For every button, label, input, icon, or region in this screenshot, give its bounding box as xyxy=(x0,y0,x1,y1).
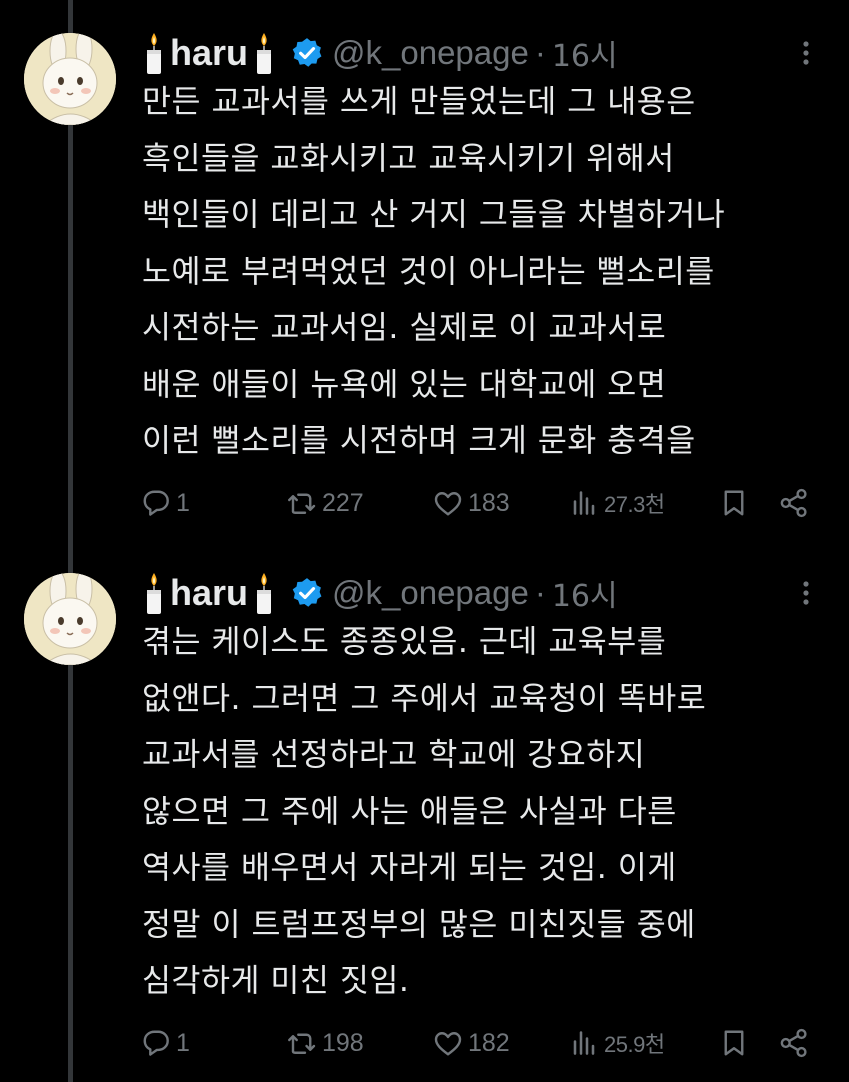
tweet-text-line: 백인들이 데리고 산 거지 그들을 차별하거나 xyxy=(142,197,726,233)
reply-bubble-icon xyxy=(143,490,169,516)
tweet-text-line: 역사를 배우면서 자라게 되는 것임. 이게 xyxy=(142,850,677,886)
more-dots-icon[interactable] xyxy=(789,40,823,66)
reply-button[interactable]: 1 xyxy=(138,1023,190,1063)
bookmark-icon xyxy=(724,1030,744,1056)
tweet-header: haru @k_onepage · 16시 xyxy=(142,568,618,618)
tweet-text-line: 배운 애들이 뉴욕에 있는 대학교에 오면 xyxy=(142,366,667,403)
separator-dot: · xyxy=(534,574,546,611)
tweet-text-line: 겪는 케이스도 종종있음. 근데 교육부를 xyxy=(142,624,667,660)
timestamp[interactable]: 16시 xyxy=(552,571,618,615)
share-button[interactable] xyxy=(776,1023,814,1063)
tweet-text-line: 이런 뻘소리를 시전하며 크게 문화 충격을 xyxy=(142,423,696,459)
display-name[interactable]: haru xyxy=(170,572,248,614)
tweet-text-line: 시전하는 교과서임. 실제로 이 교과서로 xyxy=(142,310,667,346)
retweet-count: 198 xyxy=(322,1028,364,1057)
tweet-text: 겪는 케이스도 종종있음. 근데 교육부를 없앤다. 그러면 그 주에서 교육청… xyxy=(142,614,832,1010)
display-name[interactable]: haru xyxy=(170,32,248,74)
tweet[interactable]: haru @k_onepage · 16시 겪는 케이스도 종종있음. 근데 교… xyxy=(0,540,849,1082)
tweet-text-line: 정말 이 트럼프정부의 많은 미친짓들 중에 xyxy=(142,906,696,943)
retweet-icon xyxy=(288,493,316,514)
views-count: 27.3천 xyxy=(604,492,665,517)
candle-icon xyxy=(142,31,166,75)
separator-dot: · xyxy=(534,34,546,71)
tweet-actions: 1 227 183 27.3천 xyxy=(138,483,818,523)
views-bar-chart-icon xyxy=(573,491,595,515)
like-count: 182 xyxy=(468,1028,510,1057)
tweet-text-line: 노예로 부려먹었던 것이 아니라는 뻘소리를 xyxy=(142,253,715,290)
views-button[interactable]: 27.3천 xyxy=(566,483,665,523)
tweet-text-line: 심각하게 미친 짓임. xyxy=(142,963,410,999)
avatar[interactable] xyxy=(24,573,116,665)
views-bar-chart-icon xyxy=(573,1031,595,1055)
candle-icon xyxy=(142,571,166,615)
share-icon xyxy=(780,488,807,518)
tweet-text-line: 않으면 그 주에 사는 애들은 사실과 다른 xyxy=(142,793,677,830)
tweet-text-line: 교과서를 선정하라고 학교에 강요하지 xyxy=(142,737,646,773)
reply-count: 1 xyxy=(176,1028,190,1057)
more-dots-icon[interactable] xyxy=(789,580,823,606)
reply-bubble-icon xyxy=(143,1030,169,1056)
tweet-header: haru @k_onepage · 16시 xyxy=(142,28,618,78)
heart-icon xyxy=(434,1032,462,1056)
tweet-actions: 1 198 182 25.9천 xyxy=(138,1023,818,1063)
views-count: 25.9천 xyxy=(604,1032,665,1057)
tweet[interactable]: haru @k_onepage · 16시 만든 교과서를 쓰게 만들었는데 그… xyxy=(0,0,849,540)
bookmark-button[interactable] xyxy=(716,1023,754,1063)
share-button[interactable] xyxy=(776,483,814,523)
bookmark-icon xyxy=(724,490,744,516)
retweet-count: 227 xyxy=(322,488,364,517)
like-count: 183 xyxy=(468,488,510,517)
tweet-text-line: 흑인들을 교화시키고 교육시키기 위해서 xyxy=(142,140,675,177)
user-handle[interactable]: @k_onepage xyxy=(332,34,529,72)
avatar[interactable] xyxy=(24,33,116,125)
tweet-text: 만든 교과서를 쓰게 만들었는데 그 내용은 흑인들을 교화시키고 교육시키기 … xyxy=(142,74,832,470)
tweet-text-line: 만든 교과서를 쓰게 만들었는데 그 내용은 xyxy=(142,84,696,120)
bookmark-button[interactable] xyxy=(716,483,754,523)
tweet-text-line: 없앤다. 그러면 그 주에서 교육청이 똑바로 xyxy=(142,680,707,717)
retweet-button[interactable]: 198 xyxy=(284,1023,364,1063)
reply-button[interactable]: 1 xyxy=(138,483,190,523)
retweet-button[interactable]: 227 xyxy=(284,483,364,523)
heart-icon xyxy=(434,492,462,516)
like-button[interactable]: 182 xyxy=(430,1023,510,1063)
like-button[interactable]: 183 xyxy=(430,483,510,523)
share-icon xyxy=(780,1028,807,1058)
user-handle[interactable]: @k_onepage xyxy=(332,574,529,612)
verified-badge-icon xyxy=(290,576,324,610)
candle-icon xyxy=(252,31,276,75)
verified-badge-icon xyxy=(290,36,324,70)
timestamp[interactable]: 16시 xyxy=(552,31,618,75)
retweet-icon xyxy=(288,1033,316,1054)
views-button[interactable]: 25.9천 xyxy=(566,1023,665,1063)
candle-icon xyxy=(252,571,276,615)
reply-count: 1 xyxy=(176,488,190,517)
